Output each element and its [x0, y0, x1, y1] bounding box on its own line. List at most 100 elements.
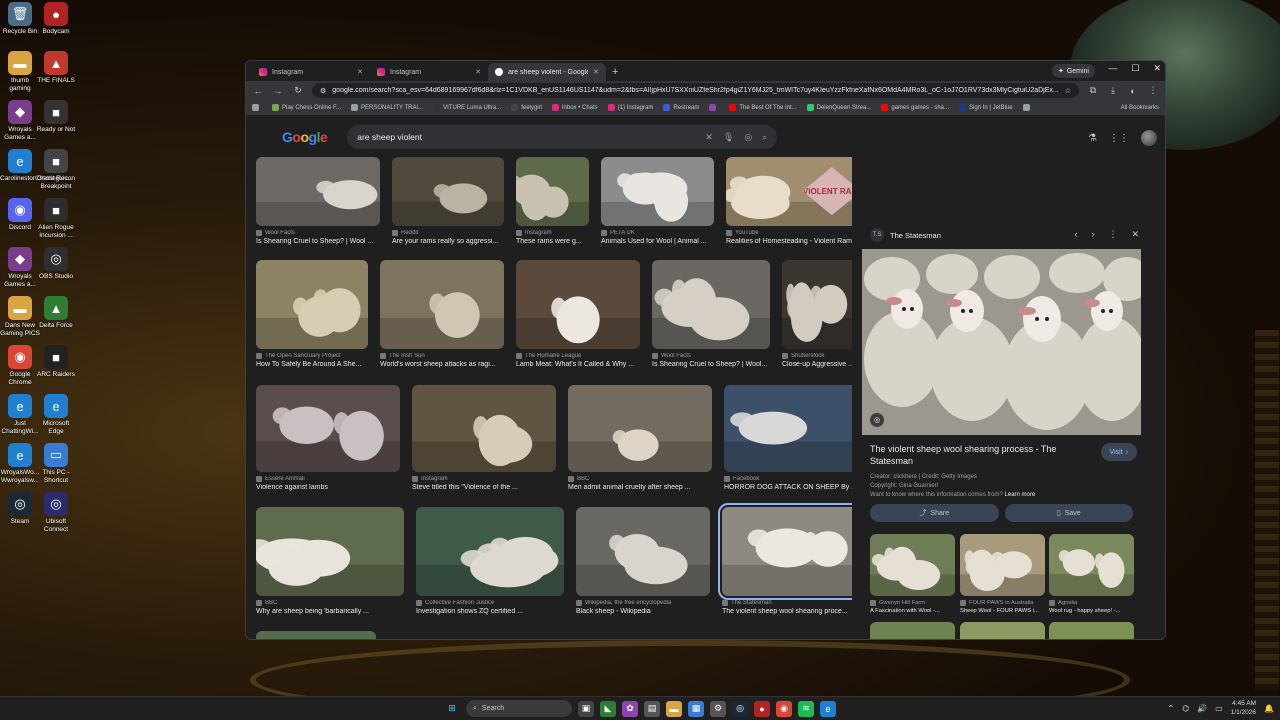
desktop-item[interactable]: ▲ Delta Force: [36, 296, 76, 330]
image-result[interactable]: PETA UK Animals Used for Wool | Animal ..…: [601, 157, 714, 245]
desktop-item[interactable]: ◉ Google Chrome: [0, 345, 40, 386]
labs-icon[interactable]: ⚗: [1088, 133, 1097, 144]
steam-icon[interactable]: ◎: [732, 700, 748, 717]
result-title[interactable]: Why are sheep being 'barbarically ...: [256, 608, 404, 615]
panel-source[interactable]: The Statesman: [890, 231, 941, 240]
bookmark-item[interactable]: PERSONALITY TRAI...: [351, 104, 423, 111]
result-thumbnail[interactable]: [718, 503, 852, 600]
search-box[interactable]: are sheep violent ✕ 🎙 ◎ ⌕: [347, 125, 778, 149]
related-image[interactable]: Gwenyn Hill Farm A Fascination with Wool …: [870, 534, 955, 614]
desktop-item[interactable]: e Just ChattingWi...: [0, 394, 40, 435]
maximize-button[interactable]: ☐: [1131, 63, 1139, 74]
lens-icon[interactable]: ◎: [744, 132, 752, 143]
desktop-item[interactable]: ◎ OBS Studio: [36, 247, 76, 281]
clear-icon[interactable]: ✕: [705, 132, 713, 143]
bookmark-item[interactable]: feelygirl: [511, 104, 542, 111]
bookmark-item[interactable]: DelenQueen Strea...: [806, 104, 871, 111]
reload-icon[interactable]: ↻: [292, 85, 304, 96]
related-image[interactable]: [1049, 622, 1134, 639]
image-result[interactable]: Reddit Are your rams really so aggressi..…: [392, 157, 504, 245]
store-icon[interactable]: ▦: [688, 700, 704, 717]
tab-instagram-2[interactable]: Instagram ✕: [370, 63, 488, 81]
bookmark-item[interactable]: Sign In | JetBlue: [959, 104, 1013, 111]
download-icon[interactable]: ⤓: [1107, 85, 1119, 96]
result-thumbnail[interactable]: [568, 385, 712, 472]
minimize-button[interactable]: —: [1108, 63, 1117, 74]
desktop-item[interactable]: ■ Alien Rogue Incursion ...: [36, 198, 76, 239]
visit-button[interactable]: Visit ›: [1100, 443, 1137, 461]
result-thumbnail[interactable]: [380, 260, 504, 349]
result-thumbnail[interactable]: [256, 507, 404, 596]
desktop-item[interactable]: ■ Ready or Not: [36, 100, 76, 134]
related-title[interactable]: Wool rug - happy sheep! -...: [1049, 608, 1134, 614]
result-title[interactable]: World's worst sheep attacks as ragi...: [380, 361, 504, 368]
related-thumbnail[interactable]: [1049, 622, 1134, 639]
related-image[interactable]: Agnelia Wool rug - happy sheep! -...: [1049, 534, 1134, 614]
result-thumbnail[interactable]: [256, 385, 400, 472]
result-title[interactable]: Violence against lambs: [256, 484, 400, 491]
search-input[interactable]: are sheep violent: [357, 132, 695, 142]
result-thumbnail[interactable]: [576, 507, 710, 596]
speaker-icon[interactable]: 🔊: [1197, 704, 1207, 713]
image-result[interactable]: The Statesman The violent sheep wool shea…: [718, 503, 852, 615]
copilot-icon[interactable]: ✿: [622, 700, 638, 717]
result-title[interactable]: Is Shearing Cruel to Sheep? | Wool...: [652, 361, 770, 368]
result-thumbnail[interactable]: [256, 631, 376, 639]
result-title[interactable]: Men admit animal cruelty after sheep ...: [568, 484, 712, 491]
gemini-button[interactable]: ✦ Gemini: [1051, 64, 1095, 78]
next-icon[interactable]: ›: [1091, 229, 1094, 240]
more-options-icon[interactable]: ⋮: [1108, 229, 1117, 240]
image-result[interactable]: Wool Facts Is Shearing Cruel to Sheep? | …: [256, 157, 380, 245]
folder-icon[interactable]: ▬: [666, 700, 682, 717]
image-result[interactable]: Collective Fashion Justice Investigation …: [416, 507, 564, 615]
menu-icon[interactable]: ⋮: [1147, 85, 1159, 96]
close-panel-icon[interactable]: ✕: [1131, 229, 1139, 240]
clock[interactable]: 4:45 AM 1/1/2026: [1231, 699, 1256, 717]
result-title[interactable]: Steve titled this "Violence of the ...: [412, 484, 556, 491]
taskbar-search[interactable]: ⌕ Search: [466, 700, 572, 717]
learn-more-link[interactable]: Learn more: [1005, 492, 1036, 498]
lens-search-icon[interactable]: ◎: [870, 413, 884, 427]
profile-icon[interactable]: ◐: [1127, 86, 1139, 96]
forward-icon[interactable]: →: [272, 86, 284, 96]
save-button[interactable]: ▯ Save: [1004, 504, 1133, 522]
result-thumbnail[interactable]: VIOLENT RAM!: [726, 157, 852, 226]
result-thumbnail[interactable]: [516, 260, 640, 349]
image-result[interactable]: Instagram Steve titled this "Violence of …: [412, 385, 556, 491]
close-icon[interactable]: ✕: [593, 68, 599, 76]
image-result[interactable]: Wool Facts Is Shearing Cruel to Sheep? | …: [652, 260, 770, 368]
close-window-button[interactable]: ✕: [1153, 63, 1161, 74]
tab-instagram-1[interactable]: Instagram ✕: [252, 63, 370, 81]
desktop-item[interactable]: 🗑 Recycle Bin: [0, 2, 40, 36]
desktop-item[interactable]: ■ ARC Raiders: [36, 345, 76, 379]
related-thumbnail[interactable]: [870, 534, 955, 596]
notifications-icon[interactable]: 🔔: [1264, 704, 1274, 713]
recorder-icon[interactable]: ●: [754, 700, 770, 717]
nvidia-icon[interactable]: ◣: [600, 700, 616, 717]
new-tab-button[interactable]: +: [606, 66, 624, 81]
related-image[interactable]: Pricewise Insulation: [960, 622, 1045, 639]
result-thumbnail[interactable]: [412, 385, 556, 472]
apps-grid-icon[interactable]: ⋮⋮: [1109, 133, 1129, 144]
desktop-item[interactable]: ▭ This PC - Shortcut: [36, 443, 76, 484]
result-thumbnail[interactable]: [782, 260, 852, 349]
result-title[interactable]: Realities of Homesteading - Violent Ram.…: [726, 238, 852, 245]
image-result[interactable]: BBC Why are sheep being 'barbarically ...: [256, 507, 404, 615]
related-title[interactable]: A Fascination with Wool -...: [870, 608, 955, 614]
result-thumbnail[interactable]: [256, 157, 380, 226]
preview-image[interactable]: ◎: [862, 249, 1141, 435]
related-thumbnail[interactable]: [870, 622, 955, 639]
close-icon[interactable]: ✕: [357, 68, 363, 76]
related-image[interactable]: FOUR PAWS in Australia Sheep Wool - FOUR …: [960, 534, 1045, 614]
result-title[interactable]: The violent sheep wool shearing proce...: [722, 608, 852, 615]
related-thumbnail[interactable]: [1049, 534, 1134, 596]
chevron-up-icon[interactable]: ⌃: [1168, 704, 1175, 713]
image-result[interactable]: Instagram These rams were g...: [516, 157, 589, 245]
desktop-item[interactable]: ▬ Dans New Gaming PICS: [0, 296, 40, 337]
result-thumbnail[interactable]: [724, 385, 852, 472]
bookmark-item[interactable]: (1) Instagram: [607, 104, 653, 111]
image-result[interactable]: Essere Animali Violence against lambs: [256, 385, 400, 491]
image-result[interactable]: The Irish Sun World's worst sheep attacks…: [380, 260, 504, 368]
back-icon[interactable]: ←: [252, 86, 264, 96]
image-result[interactable]: VIOLENT RAM! YouTube Realities of Homestea…: [726, 157, 852, 245]
